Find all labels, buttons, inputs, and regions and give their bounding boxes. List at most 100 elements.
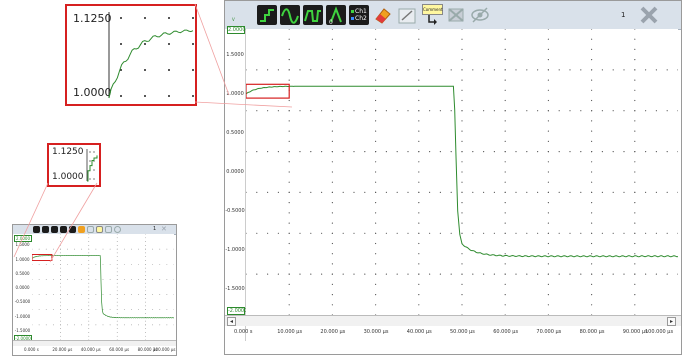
grid-dot bbox=[634, 140, 636, 142]
grid-dot bbox=[116, 301, 118, 303]
grid-dot bbox=[138, 309, 139, 311]
grid-dot bbox=[396, 232, 398, 234]
autoscale-icon[interactable] bbox=[397, 5, 417, 25]
grid-dot bbox=[504, 59, 506, 61]
pulse-icon[interactable] bbox=[303, 5, 323, 25]
grid-dot bbox=[246, 69, 247, 71]
grid-dot bbox=[591, 294, 593, 296]
grid-dot bbox=[88, 237, 90, 239]
y-top-badge[interactable]: 2.0000 bbox=[227, 26, 246, 34]
grid-dot bbox=[145, 290, 146, 292]
close-icon[interactable] bbox=[639, 5, 659, 25]
grid-dot bbox=[331, 120, 333, 122]
grid-dot bbox=[418, 253, 420, 255]
grid-dot bbox=[461, 191, 463, 193]
autoscale-icon[interactable] bbox=[87, 226, 94, 233]
grid-dot bbox=[288, 242, 290, 245]
grid-dot bbox=[450, 69, 452, 71]
step-zero-icon[interactable]: 0 bbox=[326, 5, 346, 25]
grid-dot bbox=[569, 69, 571, 71]
eraser-icon[interactable] bbox=[373, 5, 393, 25]
grid-dot bbox=[677, 110, 678, 112]
grid-dot bbox=[634, 232, 636, 234]
small-close-icon[interactable]: ✕ bbox=[161, 225, 167, 233]
zoom-large-trace bbox=[108, 29, 194, 99]
scope-off-icon[interactable] bbox=[105, 226, 112, 233]
grid-dot bbox=[493, 232, 495, 234]
grid-dot bbox=[277, 110, 279, 112]
scope-off-icon[interactable] bbox=[446, 5, 466, 25]
grid-dot bbox=[45, 263, 47, 265]
grid-dot bbox=[612, 191, 614, 193]
grid-dot bbox=[461, 294, 463, 296]
eraser-icon[interactable] bbox=[78, 226, 85, 233]
grid-dot bbox=[277, 232, 279, 234]
grid-dot bbox=[612, 110, 614, 112]
grid-dot bbox=[547, 140, 549, 142]
grid-dot bbox=[331, 110, 333, 112]
grid-dot bbox=[38, 263, 40, 265]
grid-dot bbox=[591, 130, 593, 132]
grid-dot bbox=[166, 294, 168, 295]
grid-dot bbox=[166, 248, 168, 250]
grid-dot bbox=[493, 69, 495, 71]
grid-dot bbox=[461, 232, 463, 234]
grid-dot bbox=[331, 242, 333, 245]
grid-dot bbox=[131, 294, 132, 295]
y-tick-label: 1.0000 bbox=[226, 91, 244, 97]
grid-dot bbox=[601, 151, 603, 153]
step-zero-icon[interactable] bbox=[60, 226, 67, 233]
small-x-tick-label: 20.000 µs bbox=[52, 347, 73, 352]
grid-dot bbox=[123, 324, 125, 326]
grid-dot bbox=[145, 313, 146, 314]
grid-dot bbox=[591, 212, 593, 214]
zoom-callout-small: 1.1250 1.0000 bbox=[47, 143, 101, 187]
grid-dot bbox=[145, 335, 146, 337]
grid-dot bbox=[116, 241, 118, 242]
step-response-icon[interactable] bbox=[257, 5, 277, 25]
grid-dot bbox=[116, 298, 118, 299]
grid-dot bbox=[277, 273, 279, 275]
grid-dot bbox=[547, 191, 549, 193]
view-icon[interactable] bbox=[470, 5, 490, 25]
grid-dot bbox=[591, 89, 593, 91]
grid-dot bbox=[418, 151, 420, 153]
grid-dot bbox=[601, 110, 603, 112]
grid-dot bbox=[88, 267, 90, 269]
grid-dot bbox=[504, 48, 506, 50]
grid-dot bbox=[504, 130, 506, 132]
grid-dot bbox=[396, 191, 398, 193]
grid-dot bbox=[461, 253, 463, 255]
grid-dot bbox=[461, 202, 463, 204]
sine-icon[interactable] bbox=[280, 5, 300, 25]
grid-dot bbox=[364, 110, 366, 112]
grid-dot bbox=[375, 69, 377, 71]
channel-legend-icon[interactable]: Ch1 Ch2 bbox=[349, 5, 369, 25]
grid-dot bbox=[558, 232, 560, 234]
grid-dot bbox=[331, 69, 333, 71]
pulse-icon[interactable] bbox=[51, 226, 58, 233]
view-icon[interactable] bbox=[114, 226, 121, 233]
grid-dot bbox=[634, 202, 636, 204]
grid-dot bbox=[623, 191, 625, 193]
grid-dot bbox=[601, 232, 603, 234]
sine-icon[interactable] bbox=[42, 226, 49, 233]
grid-dot bbox=[353, 232, 355, 234]
grid-dot bbox=[145, 260, 146, 261]
grid-dot bbox=[634, 283, 636, 285]
grid-dot bbox=[537, 151, 539, 153]
step-response-icon[interactable] bbox=[33, 226, 40, 233]
grid-dot bbox=[166, 263, 168, 265]
comment-icon[interactable] bbox=[96, 226, 103, 233]
grid-dot bbox=[116, 332, 118, 333]
grid-dot bbox=[418, 283, 420, 285]
small-y-top-badge[interactable]: 2.0000 bbox=[14, 235, 32, 242]
grid-dot bbox=[109, 309, 111, 311]
grid-dot bbox=[429, 191, 431, 193]
grid-dot bbox=[418, 120, 420, 122]
comment-icon[interactable]: Comment bbox=[421, 3, 443, 27]
grid-dot bbox=[67, 279, 68, 280]
main-plot-svg bbox=[246, 29, 678, 315]
channel-legend-icon[interactable] bbox=[69, 226, 76, 233]
y-bottom-badge[interactable]: -2.0000 bbox=[227, 307, 247, 315]
